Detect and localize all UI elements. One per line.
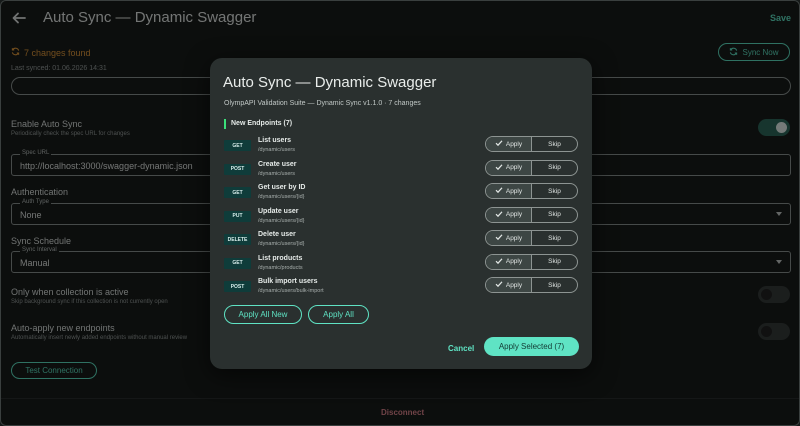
skip-label: Skip [548,258,561,265]
method-badge: GET [224,257,251,269]
endpoint-path: /dynamic/users/bulk-import [258,288,324,294]
method-badge: POST [224,281,251,292]
skip-label: Skip [548,281,561,289]
apply-option[interactable]: Apply [486,231,532,245]
apply-label: Apply [505,211,523,218]
sync-review-dialog: Auto Sync — Dynamic Swagger OlympAPI Val… [210,58,592,369]
endpoint-row: GET Get user by ID/dynamic/users/{id} Appl… [224,183,578,202]
skip-option[interactable]: Skip [532,184,577,198]
check-icon [495,210,503,220]
endpoint-name: Update user [258,207,299,215]
apply-skip-toggle: Apply Skip [485,277,578,293]
skip-option[interactable]: Skip [532,161,577,175]
skip-option[interactable]: Skip [532,231,577,245]
method-badge: POST [224,163,251,175]
check-icon [495,163,503,173]
skip-option[interactable]: Skip [532,208,577,222]
skip-label: Skip [548,164,561,171]
endpoint-row: DELETE Delete user/dynamic/users/{id} Appl… [224,230,578,249]
apply-skip-toggle: Apply Skip [485,136,578,152]
apply-option[interactable]: Apply [486,207,532,222]
endpoint-name: List users [258,137,292,144]
endpoint-path: /dynamic/users/{id} [258,241,305,247]
skip-label: Skip [548,234,561,242]
skip-option[interactable]: Skip [532,278,577,292]
apply-selected-button[interactable]: Apply Selected (7) [484,337,579,356]
endpoint-name: List products [258,254,303,262]
apply-skip-toggle: Apply Skip [485,206,578,223]
app-window: Auto Sync — Dynamic Swagger Save 7 chang… [0,0,800,426]
apply-skip-toggle: Apply Skip [485,253,578,270]
method-badge: PUT [224,210,251,222]
apply-label: Apply [505,234,523,242]
apply-label: Apply [505,140,523,148]
apply-label: Apply [505,258,523,265]
skip-option[interactable]: Skip [532,255,577,269]
check-icon [495,139,503,149]
endpoint-path: /dynamic/users/{id} [258,194,305,200]
method-badge: DELETE [224,234,251,245]
endpoint-name: Get user by ID [258,184,306,191]
endpoint-name: Delete user [258,231,296,238]
method-badge: GET [224,187,251,198]
check-icon [495,186,503,196]
apply-label: Apply [505,187,523,195]
endpoint-name: Bulk import users [258,278,318,285]
cancel-button[interactable]: Cancel [448,344,474,353]
apply-option[interactable]: Apply [486,160,532,175]
endpoint-path: /dynamic/users/{id} [258,217,305,224]
endpoint-row: POST Bulk import users/dynamic/users/bulk… [224,277,578,296]
apply-label: Apply [505,164,523,171]
endpoint-name: Create user [258,160,297,168]
endpoint-row: PUT Update user/dynamic/users/{id} Apply Sk… [224,206,578,226]
check-icon [495,280,503,290]
apply-option[interactable]: Apply [486,278,532,292]
endpoint-path: /dynamic/products [258,264,303,271]
apply-skip-toggle: Apply Skip [485,183,578,199]
dialog-subtitle: OlympAPI Validation Suite — Dynamic Sync… [224,100,421,107]
apply-option[interactable]: Apply [486,254,532,269]
apply-skip-toggle: Apply Skip [485,159,578,176]
apply-all-new-button[interactable]: Apply All New [224,305,302,324]
apply-option[interactable]: Apply [486,137,532,151]
skip-label: Skip [548,187,561,195]
skip-label: Skip [548,140,561,148]
check-icon [495,257,503,267]
endpoint-path: /dynamic/users [258,147,295,153]
new-endpoints-heading: New Endpoints (7) [224,119,292,129]
apply-all-button[interactable]: Apply All [308,305,369,324]
dialog-title: Auto Sync — Dynamic Swagger [223,74,437,91]
check-icon [495,233,503,243]
apply-option[interactable]: Apply [486,184,532,198]
method-badge: GET [224,140,251,151]
endpoint-row: GET List products/dynamic/products Apply Sk… [224,253,578,273]
apply-skip-toggle: Apply Skip [485,230,578,246]
skip-label: Skip [548,211,561,218]
endpoint-row: POST Create user/dynamic/users Apply Skip [224,159,578,179]
skip-option[interactable]: Skip [532,137,577,151]
apply-label: Apply [505,281,523,289]
endpoint-row: GET List users/dynamic/users Apply Skip [224,136,578,155]
endpoint-path: /dynamic/users [258,170,295,177]
